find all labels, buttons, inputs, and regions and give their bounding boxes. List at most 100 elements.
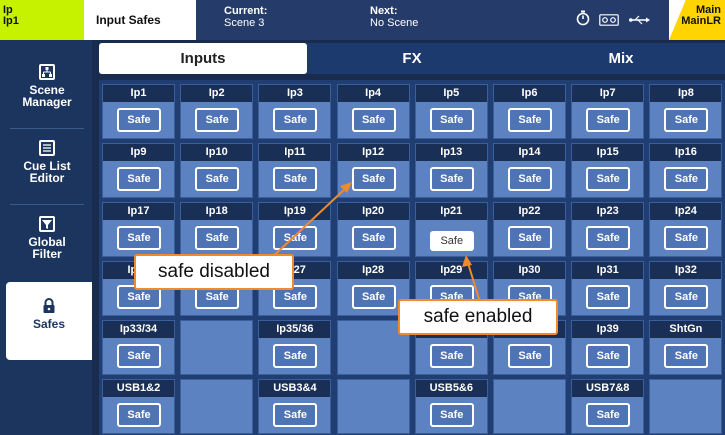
safe-button-enabled[interactable]: Safe — [429, 231, 474, 251]
channel-name: Ip17 — [103, 203, 174, 220]
sidebar-item-cue-list-editor[interactable]: Cue List Editor — [6, 130, 88, 204]
channel-cell: Ip20 Safe — [336, 202, 410, 257]
safe-button[interactable]: Safe — [351, 226, 396, 250]
safe-button[interactable]: Safe — [117, 344, 161, 368]
channel-cell: Ip32 Safe — [649, 261, 723, 316]
safe-button[interactable]: Safe — [508, 344, 552, 368]
safe-button[interactable]: Safe — [664, 108, 709, 132]
safe-button[interactable]: Safe — [273, 403, 318, 427]
safe-button[interactable]: Safe — [351, 285, 396, 309]
tab-mix[interactable]: Mix — [517, 43, 725, 74]
sidebar-item-label: Safes — [32, 317, 66, 331]
channel-cell: Ip6 Safe — [493, 84, 566, 139]
sidebar-item-global-filter[interactable]: Global Filter — [6, 206, 88, 280]
tab-inputs[interactable]: Inputs — [99, 43, 307, 74]
channel-cell: Ip18 Safe — [180, 202, 254, 257]
safe-button[interactable]: Safe — [195, 226, 240, 250]
safe-button[interactable]: Safe — [586, 108, 631, 132]
tab-fx[interactable]: FX — [308, 43, 516, 74]
channel-badge[interactable]: Ip Ip1 — [0, 0, 84, 40]
channel-cell: Ip2 Safe — [180, 84, 254, 139]
sidebar-divider — [10, 204, 84, 205]
channel-name: Ip1 — [103, 85, 174, 102]
safe-button[interactable]: Safe — [508, 167, 552, 191]
safe-button[interactable]: Safe — [195, 167, 240, 191]
channel-name: Ip3 — [259, 85, 331, 102]
sidebar-item-scene-manager[interactable]: Scene Manager — [6, 54, 88, 128]
safe-button[interactable]: Safe — [351, 108, 396, 132]
safe-button[interactable]: Safe — [429, 344, 474, 368]
safe-button[interactable]: Safe — [508, 108, 552, 132]
channel-cell: Ip15 Safe — [571, 143, 645, 198]
next-scene-label: Next: — [370, 5, 398, 17]
sidebar-item-label: Manager — [22, 95, 72, 109]
safe-button[interactable]: Safe — [117, 167, 161, 191]
channel-cell: USB5&6 Safe — [414, 379, 488, 434]
safe-button[interactable]: Safe — [664, 285, 709, 309]
channel-name: Ip33/34 — [103, 321, 174, 338]
current-scene: Current: Scene 3 — [224, 5, 267, 29]
safe-button[interactable]: Safe — [429, 108, 474, 132]
channel-name: Ip28 — [337, 262, 409, 279]
safe-button[interactable]: Safe — [429, 167, 474, 191]
safe-button[interactable]: Safe — [586, 167, 631, 191]
channel-cell: Ip14 Safe — [493, 143, 566, 198]
empty-cell — [649, 379, 723, 434]
page-title: Input Safes — [86, 0, 198, 40]
channel-name: Ip10 — [181, 144, 253, 161]
channel-name: Ip29 — [415, 262, 487, 279]
safe-button[interactable]: Safe — [273, 108, 318, 132]
sidebar-divider — [10, 128, 84, 129]
safe-button[interactable]: Safe — [586, 226, 631, 250]
channel-name: Ip7 — [572, 85, 644, 102]
main-mix-badge[interactable]: Main MainLR — [669, 0, 725, 40]
channel-name: Ip8 — [650, 85, 722, 102]
channel-name: Ip31 — [572, 262, 644, 279]
empty-cell — [493, 379, 566, 434]
safe-button[interactable]: Safe — [117, 108, 161, 132]
safe-button[interactable]: Safe — [117, 403, 161, 427]
safe-button[interactable]: Safe — [586, 344, 631, 368]
safe-button[interactable]: Safe — [664, 167, 709, 191]
channel-name: Ip19 — [259, 203, 331, 220]
channel-name: USB7&8 — [572, 380, 644, 397]
safe-button[interactable]: Safe — [429, 403, 474, 427]
channel-cell: Ip11 Safe — [258, 143, 332, 198]
sidebar-item-label: Filter — [32, 247, 62, 261]
safe-button[interactable]: Safe — [664, 344, 709, 368]
channel-badge-name: Ip1 — [3, 15, 19, 27]
status-icons — [576, 10, 657, 29]
channel-cell: Ip1 Safe — [102, 84, 175, 139]
channel-name: Ip24 — [650, 203, 722, 220]
next-scene-value: No Scene — [370, 17, 419, 29]
channel-cell: Ip22 Safe — [493, 202, 566, 257]
channel-name: Ip14 — [494, 144, 565, 161]
safe-button[interactable]: Safe — [586, 403, 631, 427]
safe-button[interactable]: Safe — [586, 285, 631, 309]
channel-name: Ip5 — [415, 85, 487, 102]
channel-cell: USB1&2 Safe — [102, 379, 175, 434]
sidebar-item-safes[interactable]: Safes — [6, 282, 92, 360]
channel-name: Ip16 — [650, 144, 722, 161]
safe-button[interactable]: Safe — [273, 167, 318, 191]
channel-name: Ip9 — [103, 144, 174, 161]
channel-cell: USB7&8 Safe — [571, 379, 645, 434]
safe-button[interactable]: Safe — [117, 226, 161, 250]
channel-name: Ip4 — [337, 85, 409, 102]
cue-list-icon — [39, 140, 55, 156]
channel-cell: Ip31 Safe — [571, 261, 645, 316]
channel-cell: Ip12 Safe — [336, 143, 410, 198]
channel-name: Ip21 — [415, 203, 487, 220]
current-scene-value: Scene 3 — [224, 17, 265, 29]
safe-button[interactable]: Safe — [273, 344, 318, 368]
channel-cell: Ip24 Safe — [649, 202, 723, 257]
main-badge-name: MainLR — [681, 15, 721, 27]
safe-button[interactable]: Safe — [195, 108, 240, 132]
safe-button[interactable]: Safe — [508, 226, 552, 250]
safe-button[interactable]: Safe — [351, 167, 396, 191]
channel-name: USB1&2 — [103, 380, 174, 397]
channel-cell: Ip23 Safe — [571, 202, 645, 257]
safe-button[interactable]: Safe — [664, 226, 709, 250]
channel-cell: Ip8 Safe — [649, 84, 723, 139]
safe-button[interactable]: Safe — [273, 226, 318, 250]
